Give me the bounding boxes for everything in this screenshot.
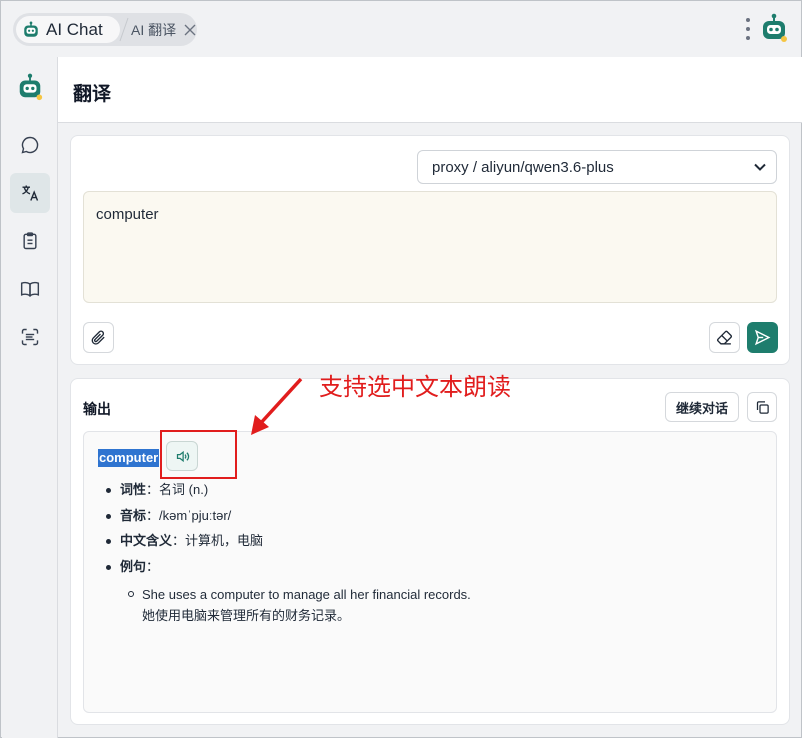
app-window: AI Chat AI 翻译 翻译 proxy / aliyun/qwen3.6-… [0, 0, 802, 738]
robot-avatar-icon [24, 21, 38, 37]
robot-avatar-icon[interactable] [759, 13, 789, 43]
annotation-highlight-box [160, 430, 237, 479]
book-icon [20, 281, 40, 297]
sidebar-item-translate[interactable] [10, 173, 50, 213]
detail-sep: ： [146, 507, 160, 523]
attach-button[interactable] [83, 322, 114, 353]
example-sentence: She uses a computer to manage all her fi… [106, 584, 471, 626]
eraser-icon [717, 330, 732, 345]
tab-separator [119, 17, 129, 42]
detail-key: 词性 [120, 482, 147, 497]
example-chinese: 她使用电脑来管理所有的财务记录。 [142, 608, 351, 623]
list-marker [128, 591, 134, 597]
copy-button[interactable] [747, 392, 777, 422]
tab-strip: AI Chat AI 翻译 [13, 13, 197, 46]
list-item: 词性：名词 (n.) [106, 482, 263, 508]
send-icon [754, 329, 771, 346]
detail-key: 例句 [120, 558, 147, 574]
source-text-input[interactable]: computer [83, 191, 777, 303]
chevron-down-icon [754, 163, 766, 171]
more-vertical-icon[interactable] [744, 15, 752, 43]
robot-avatar-icon[interactable] [16, 73, 44, 101]
translation-result: computer 词性：名词 (n.) 音标：/kəmˈpjuːtər/ 中文含… [83, 430, 777, 713]
word-details-list: 词性：名词 (n.) 音标：/kəmˈpjuːtər/ 中文含义：计算机，电脑 … [106, 482, 263, 584]
clear-button[interactable] [709, 322, 740, 353]
annotation-text: 支持选中文本朗读 [319, 373, 511, 401]
list-item: 例句： [106, 559, 263, 585]
detail-sep: ： [146, 558, 160, 574]
example-english: She uses a computer to manage all her fi… [142, 587, 471, 602]
send-button[interactable] [747, 322, 778, 353]
detail-value: /kəmˈpjuːtər/ [159, 507, 232, 523]
translate-icon [22, 185, 39, 201]
clipboard-icon [23, 232, 37, 250]
tab-ai-chat[interactable]: AI Chat [16, 16, 120, 43]
chat-icon [21, 136, 39, 154]
detail-value: 计算机，电脑 [185, 533, 264, 548]
top-bar: AI Chat AI 翻译 [1, 1, 801, 57]
output-label: 输出 [83, 401, 111, 417]
detail-value: 名词 (n.) [159, 482, 209, 497]
detail-sep: ： [146, 482, 160, 497]
detail-sep: ： [172, 533, 186, 548]
detail-key: 音标 [120, 507, 147, 523]
sidebar-item-scan[interactable] [10, 317, 50, 357]
model-select-value: proxy / aliyun/qwen3.6-plus [432, 158, 614, 176]
output-card: 输出 继续对话 computer 词性：名词 (n.) 音标：/kəmˈpjuː… [70, 378, 790, 725]
annotation-arrow-icon [251, 377, 303, 435]
sidebar-item-chat[interactable] [10, 125, 50, 165]
page-header: 翻译 [58, 57, 802, 123]
sidebar [2, 57, 58, 738]
tab-label: AI 翻译 [131, 21, 177, 38]
selected-word[interactable]: computer [98, 449, 160, 467]
input-card: proxy / aliyun/qwen3.6-plus computer [70, 135, 790, 365]
sidebar-item-book[interactable] [10, 269, 50, 309]
list-item: 中文含义：计算机，电脑 [106, 533, 263, 559]
model-select[interactable]: proxy / aliyun/qwen3.6-plus [417, 150, 777, 184]
copy-icon [756, 400, 769, 414]
list-item: 音标：/kəmˈpjuːtər/ [106, 508, 263, 534]
scan-text-icon [21, 328, 39, 346]
sidebar-item-clipboard[interactable] [10, 221, 50, 261]
page-title: 翻译 [73, 84, 112, 105]
detail-key: 中文含义 [120, 533, 173, 548]
paperclip-icon [91, 330, 105, 345]
tab-label: AI Chat [46, 19, 103, 39]
tab-ai-translate[interactable]: AI 翻译 [131, 13, 196, 46]
close-icon[interactable] [184, 24, 196, 36]
continue-chat-button[interactable]: 继续对话 [665, 392, 739, 422]
